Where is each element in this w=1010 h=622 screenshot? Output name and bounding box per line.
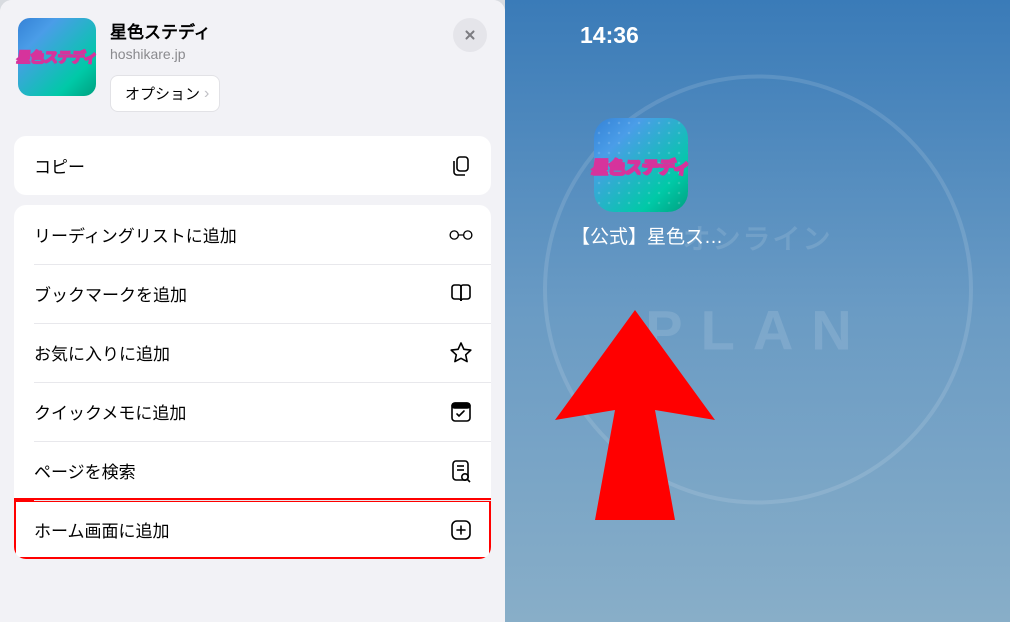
quicknote-icon bbox=[449, 400, 473, 424]
share-header: 星色ステディ 星色ステディ hoshikare.jp オプション › bbox=[0, 0, 505, 126]
menu-label: お気に入りに追加 bbox=[34, 340, 170, 365]
site-info: 星色ステディ hoshikare.jp オプション › bbox=[110, 18, 439, 112]
annotation-arrow bbox=[505, 290, 725, 530]
glasses-icon bbox=[449, 223, 473, 247]
quicknote-button[interactable]: クイックメモに追加 bbox=[14, 382, 491, 441]
menu-label: リーディングリストに追加 bbox=[34, 222, 237, 247]
add-to-home-button[interactable]: ホーム画面に追加 bbox=[14, 500, 491, 559]
book-icon bbox=[449, 282, 473, 306]
reading-list-button[interactable]: リーディングリストに追加 bbox=[14, 205, 491, 264]
copy-label: コピー bbox=[34, 153, 85, 178]
copy-group: コピー bbox=[14, 136, 491, 195]
copy-icon bbox=[449, 154, 473, 178]
home-app-label: 【公式】星色ス… bbox=[571, 222, 711, 249]
logo-text: 星色ステディ bbox=[16, 47, 99, 67]
status-time: 14:36 bbox=[580, 22, 639, 49]
options-label: オプション bbox=[125, 83, 200, 104]
site-url: hoshikare.jp bbox=[110, 46, 439, 62]
menu-label: ブックマークを追加 bbox=[34, 281, 187, 306]
menu-label: ページを検索 bbox=[34, 458, 136, 483]
favorite-button[interactable]: お気に入りに追加 bbox=[14, 323, 491, 382]
copy-button[interactable]: コピー bbox=[14, 136, 491, 195]
bookmark-button[interactable]: ブックマークを追加 bbox=[14, 264, 491, 323]
site-title: 星色ステディ bbox=[110, 18, 439, 43]
watermark-text: PLAN bbox=[645, 297, 869, 362]
close-icon bbox=[463, 28, 477, 42]
options-button[interactable]: オプション › bbox=[110, 75, 220, 112]
plus-square-icon bbox=[449, 518, 473, 542]
share-sheet: 星色ステディ 星色ステディ hoshikare.jp オプション › コピー bbox=[0, 0, 505, 622]
home-app-icon: 星色ステディ bbox=[594, 118, 688, 212]
site-icon: 星色ステディ bbox=[18, 18, 96, 96]
home-screen: オンライン PLAN 14:36 星色ステディ 【公式】星色ス… bbox=[505, 0, 1010, 622]
find-icon bbox=[449, 459, 473, 483]
actions-group: リーディングリストに追加 ブックマークを追加 お気に入りに追加 bbox=[14, 205, 491, 559]
home-app[interactable]: 星色ステディ 【公式】星色ス… bbox=[571, 118, 711, 249]
logo-text: 星色ステディ bbox=[590, 153, 691, 178]
chevron-right-icon: › bbox=[204, 85, 209, 103]
close-button[interactable] bbox=[453, 18, 487, 52]
star-icon bbox=[449, 341, 473, 365]
menu-label: ホーム画面に追加 bbox=[34, 517, 170, 542]
find-button[interactable]: ページを検索 bbox=[14, 441, 491, 500]
menu-label: クイックメモに追加 bbox=[34, 399, 186, 424]
